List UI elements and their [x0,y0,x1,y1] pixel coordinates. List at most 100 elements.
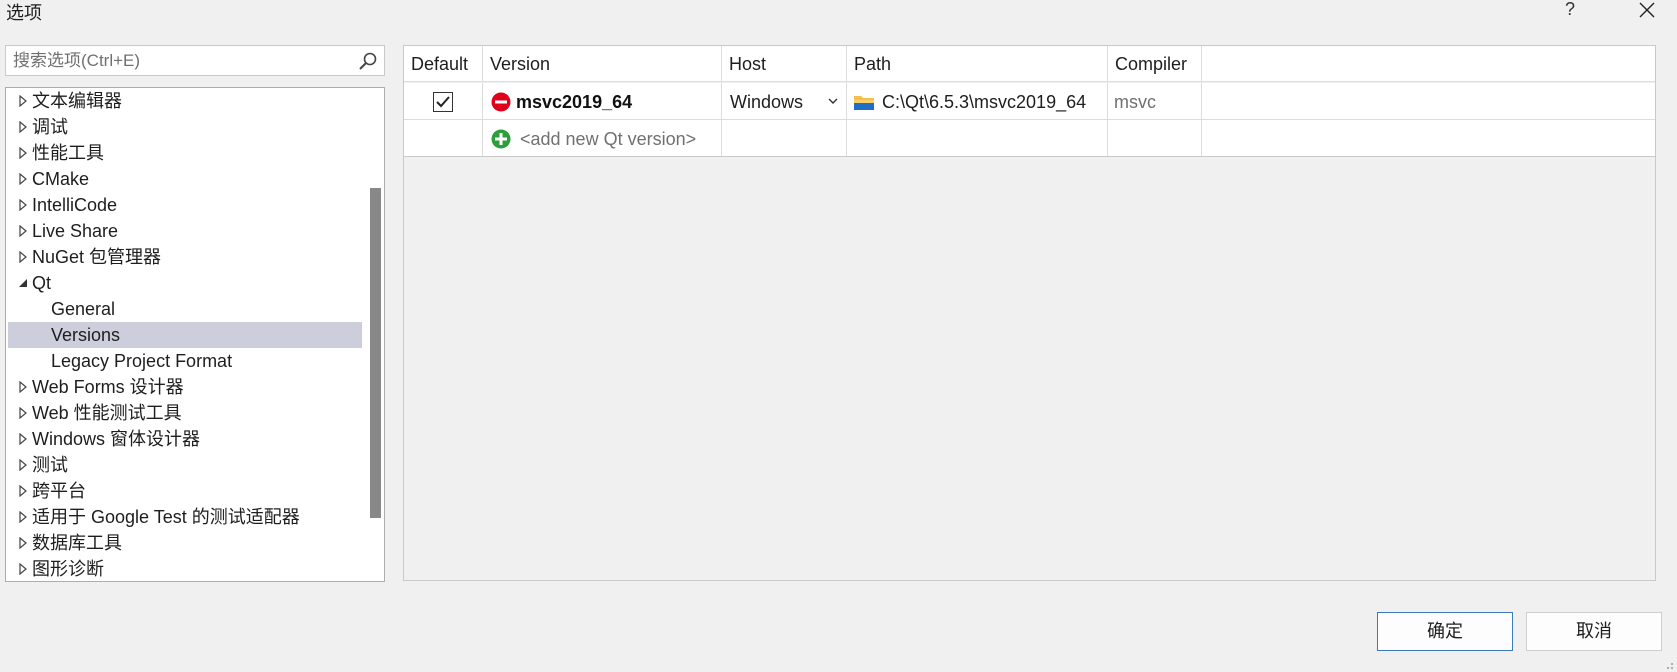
tree-item-label: Versions [51,325,121,345]
column-header-default[interactable]: Default [404,46,483,81]
tree-item-label: Web 性能测试工具 [32,403,182,423]
path-cell[interactable]: C:\Qt\6.5.3\msvc2019_64 [847,83,1108,119]
tree-item-label: 图形诊断 [32,559,104,579]
search-input[interactable] [6,46,346,75]
add-version-cell[interactable]: <add new Qt version> [483,120,722,156]
tree-item[interactable]: Versions [8,322,362,348]
host-cell [722,120,847,156]
tree-item[interactable]: 适用于 Google Test 的测试适配器 [8,504,362,530]
tree-item[interactable]: 调试 [8,114,362,140]
collapsed-arrow-icon[interactable] [18,511,28,523]
tree-item-label: IntelliCode [32,195,118,215]
table-row[interactable]: msvc2019_64 Windows C:\Qt\6.5.3\msvc2019… [404,83,1655,120]
help-button[interactable]: ? [1565,0,1575,20]
tree-item[interactable]: 数据库工具 [8,530,362,556]
compiler-cell [1108,120,1202,156]
tree-item-label: CMake [32,169,90,189]
add-new-qt-version-link[interactable]: <add new Qt version> [520,129,696,150]
window-title: 选项 [6,3,42,23]
tree-item[interactable]: Qt [8,270,362,296]
folder-icon[interactable] [853,93,875,111]
tree-item[interactable]: CMake [8,166,362,192]
tree-item-label: Web Forms 设计器 [32,377,184,397]
compiler-value: msvc [1114,92,1156,112]
title-bar: 选项 ? [0,0,1677,26]
tree-item-label: NuGet 包管理器 [32,247,162,267]
collapsed-arrow-icon[interactable] [18,407,28,419]
path-value[interactable]: C:\Qt\6.5.3\msvc2019_64 [882,92,1086,113]
column-header-version[interactable]: Version [483,46,722,81]
add-version-row[interactable]: <add new Qt version> [404,120,1655,157]
tree-item[interactable]: 文本编辑器 [8,88,362,114]
collapsed-arrow-icon[interactable] [18,433,28,445]
options-tree: 文本编辑器调试性能工具 CMake IntelliCode Live Share NuG… [5,87,385,582]
default-cell [404,120,483,156]
expanded-arrow-icon[interactable] [18,277,28,289]
row-filler [1202,120,1655,156]
column-header-path[interactable]: Path [847,46,1108,81]
tree-item-label: 性能工具 [32,143,104,163]
table-header: Default Version Host Path Compiler [404,46,1655,82]
resize-grip-icon[interactable] [1664,660,1674,670]
tree-item[interactable]: Web 性能测试工具 [8,400,362,426]
qt-versions-table: Default Version Host Path Compiler msvc2… [403,45,1656,581]
tree-item-label: Qt [32,273,52,293]
collapsed-arrow-icon[interactable] [18,485,28,497]
ok-button[interactable]: 确定 [1377,612,1513,651]
column-header-filler [1202,46,1655,81]
tree-item-label: 跨平台 [32,481,86,501]
row-filler [1202,83,1655,119]
tree-item[interactable]: IntelliCode [8,192,362,218]
tree-item-label: Live Share [32,221,119,241]
chevron-down-icon[interactable] [828,98,838,105]
tree-item-label: Legacy Project Format [51,351,233,371]
tree-item[interactable]: Windows 窗体设计器 [8,426,362,452]
tree-item[interactable]: General [8,296,362,322]
collapsed-arrow-icon[interactable] [18,147,28,159]
default-checkbox[interactable] [433,92,453,112]
version-name[interactable]: msvc2019_64 [516,92,632,113]
collapsed-arrow-icon[interactable] [18,381,28,393]
tree-item-label: 文本编辑器 [32,91,122,111]
tree-item-label: 数据库工具 [32,533,122,553]
host-dropdown-value[interactable]: Windows [730,92,803,113]
tree-item-label: General [51,299,116,319]
tree-item[interactable]: Web Forms 设计器 [8,374,362,400]
host-cell[interactable]: Windows [722,83,847,119]
tree-item[interactable]: 图形诊断 [8,556,362,581]
collapsed-arrow-icon[interactable] [18,95,28,107]
collapsed-arrow-icon[interactable] [18,121,28,133]
cancel-button[interactable]: 取消 [1526,612,1662,651]
column-header-compiler[interactable]: Compiler [1108,46,1202,81]
tree-item-label: 测试 [32,455,68,475]
tree-item-label: 调试 [32,117,68,137]
tree-item-label: Windows 窗体设计器 [32,429,201,449]
version-cell[interactable]: msvc2019_64 [483,83,722,119]
tree-item-label: 适用于 Google Test 的测试适配器 [32,507,300,527]
collapsed-arrow-icon[interactable] [18,537,28,549]
tree-item[interactable]: 性能工具 [8,140,362,166]
collapsed-arrow-icon[interactable] [18,459,28,471]
tree-item[interactable]: Legacy Project Format [8,348,362,374]
remove-icon[interactable] [491,92,511,112]
collapsed-arrow-icon[interactable] [18,563,28,575]
scrollbar-thumb[interactable] [370,188,381,518]
collapsed-arrow-icon[interactable] [18,199,28,211]
tree-scrollbar[interactable] [364,88,384,581]
default-cell [404,83,483,119]
search-icon[interactable] [358,51,378,71]
collapsed-arrow-icon[interactable] [18,173,28,185]
compiler-cell: msvc [1108,83,1202,119]
close-icon[interactable] [1638,1,1656,19]
tree-item[interactable]: 跨平台 [8,478,362,504]
tree-item[interactable]: NuGet 包管理器 [8,244,362,270]
column-header-host[interactable]: Host [722,46,847,81]
path-cell [847,120,1108,156]
search-box [5,45,385,76]
tree-item[interactable]: Live Share [8,218,362,244]
add-icon[interactable] [491,129,511,149]
collapsed-arrow-icon[interactable] [18,251,28,263]
tree-item[interactable]: 测试 [8,452,362,478]
collapsed-arrow-icon[interactable] [18,225,28,237]
checkmark-icon [436,96,450,108]
